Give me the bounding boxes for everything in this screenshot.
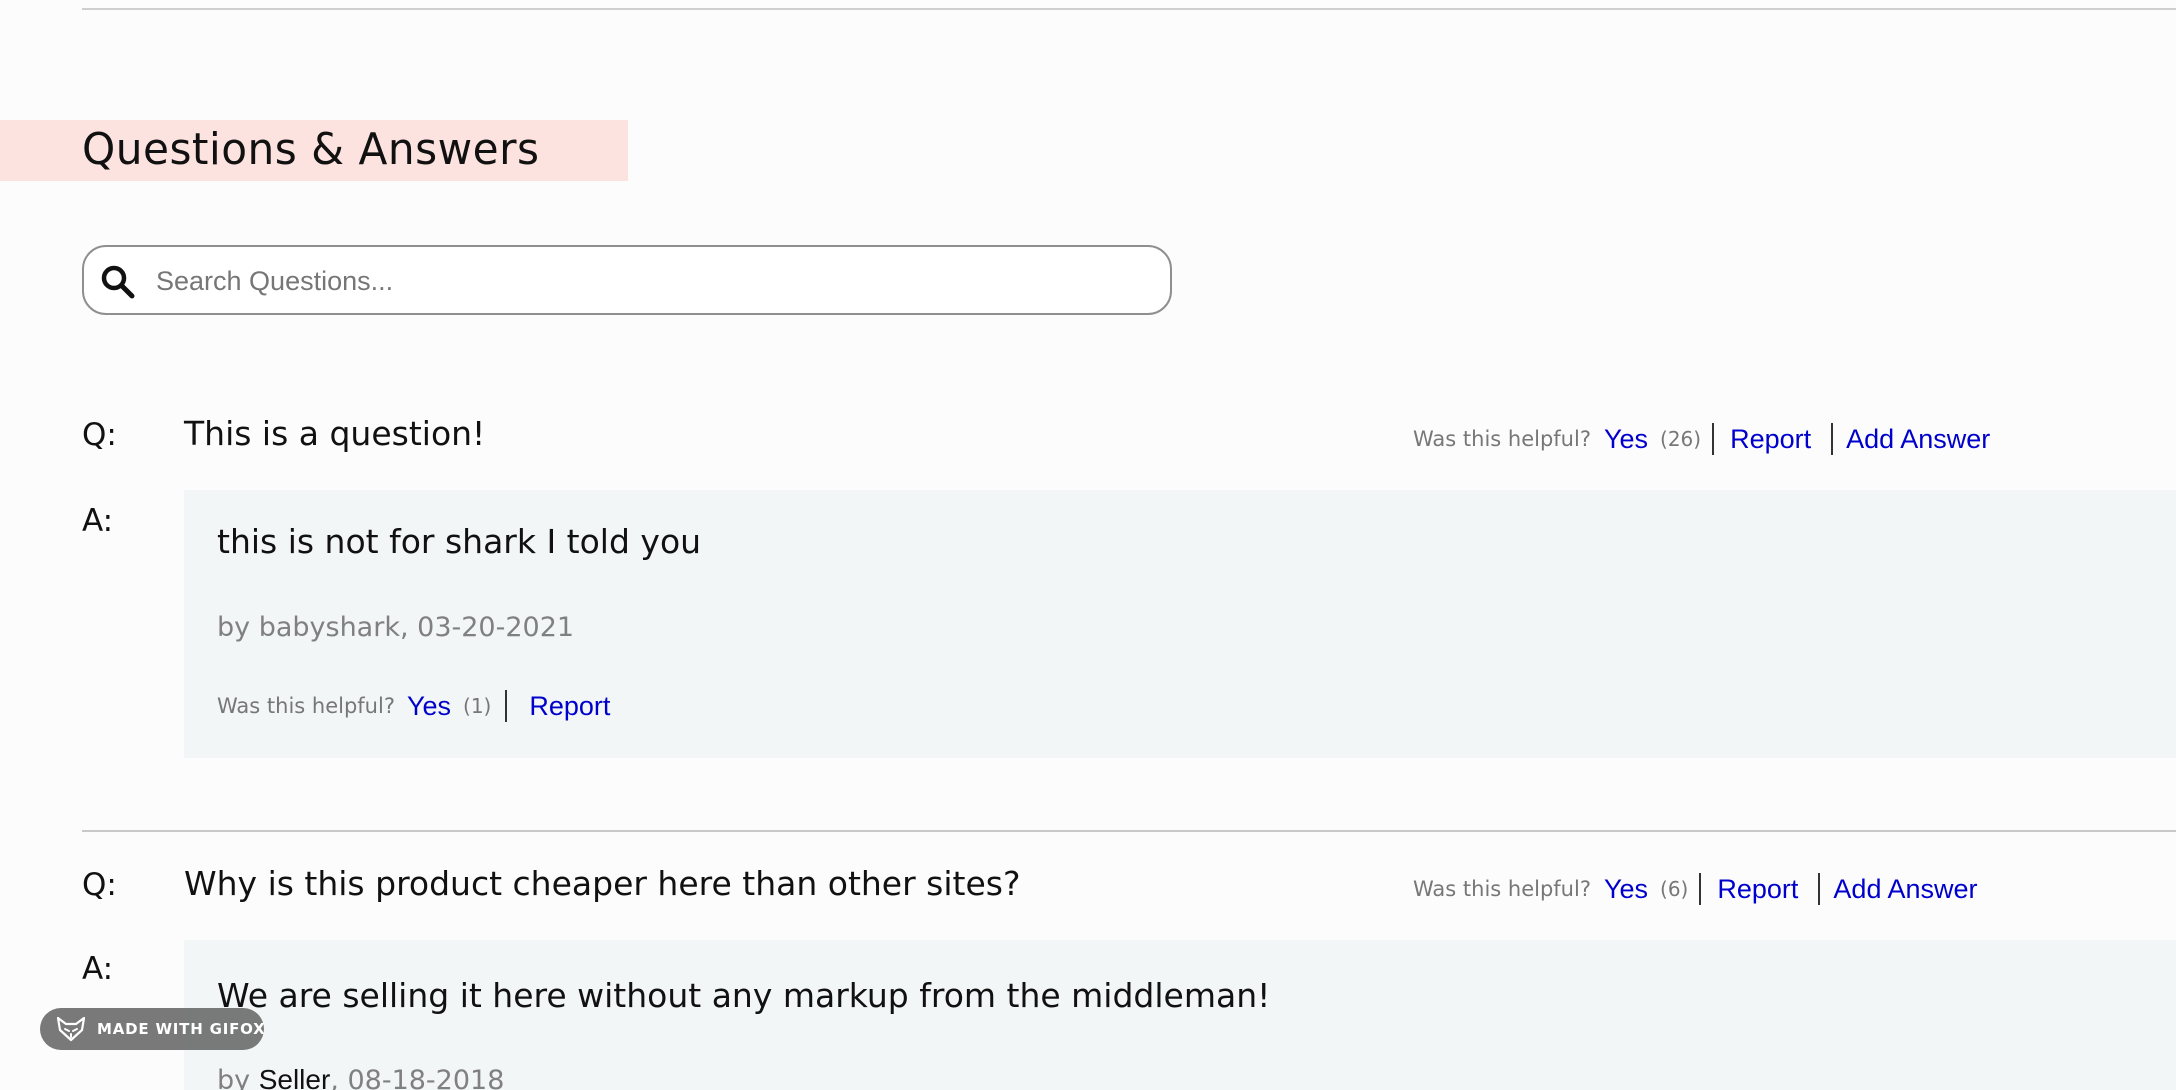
- question-text: This is a question!: [184, 414, 486, 453]
- helpful-label: Was this helpful?: [1413, 877, 1591, 901]
- question-actions: Was this helpful? Yes (26) Report Add An…: [1413, 419, 1990, 459]
- search-box[interactable]: [82, 245, 1172, 315]
- report-link[interactable]: Report: [1730, 424, 1811, 455]
- answer-author: Seller: [258, 1064, 331, 1090]
- search-input[interactable]: [154, 257, 1148, 305]
- helpful-label: Was this helpful?: [1413, 427, 1591, 451]
- add-answer-link[interactable]: Add Answer: [1846, 424, 1990, 455]
- search-icon: [101, 265, 135, 299]
- top-divider: [82, 8, 2176, 10]
- separator: [505, 690, 508, 722]
- question-marker: Q:: [82, 867, 117, 903]
- qa-page: Questions & Answers Q: This is a questio…: [0, 0, 2176, 1090]
- separator: [1699, 873, 1702, 905]
- separator: [1818, 873, 1821, 905]
- helpful-count: (1): [463, 694, 492, 718]
- helpful-count: (26): [1660, 427, 1702, 451]
- answer-author: babyshark: [258, 612, 400, 643]
- helpful-label: Was this helpful?: [217, 694, 395, 718]
- report-link[interactable]: Report: [529, 691, 610, 722]
- helpful-yes-link[interactable]: Yes: [1604, 874, 1648, 905]
- answer-meta: by Seller, 08-18-2018: [217, 1064, 504, 1090]
- question-text: Why is this product cheaper here than ot…: [184, 864, 1021, 903]
- answer-panel: this is not for shark I told you by baby…: [184, 490, 2176, 758]
- answer-actions: Was this helpful? Yes (1) Report: [217, 686, 610, 726]
- report-link[interactable]: Report: [1717, 874, 1798, 905]
- page-title: Questions & Answers: [82, 124, 540, 175]
- question-divider: [82, 830, 2176, 832]
- answer-by-prefix: by: [217, 1065, 259, 1090]
- answer-marker: A:: [82, 951, 114, 987]
- helpful-yes-link[interactable]: Yes: [1604, 424, 1648, 455]
- answer-text: We are selling it here without any marku…: [217, 976, 1271, 1015]
- answer-date: 03-20-2021: [417, 612, 575, 643]
- gifox-watermark: MADE WITH GIFOX: [40, 1008, 266, 1050]
- question-actions: Was this helpful? Yes (6) Report Add Ans…: [1413, 869, 1978, 909]
- fox-icon: [56, 1016, 86, 1042]
- question-marker: Q:: [82, 417, 117, 453]
- separator: [1831, 423, 1834, 455]
- helpful-yes-link[interactable]: Yes: [407, 691, 451, 722]
- answer-panel: We are selling it here without any marku…: [184, 940, 2176, 1090]
- helpful-count: (6): [1660, 877, 1689, 901]
- answer-meta: by babyshark, 03-20-2021: [217, 612, 574, 643]
- answer-by-prefix: by: [217, 612, 259, 643]
- gifox-label: MADE WITH GIFOX: [97, 1020, 266, 1038]
- answer-marker: A:: [82, 503, 114, 539]
- answer-date: 08-18-2018: [347, 1065, 505, 1090]
- separator: [1712, 423, 1715, 455]
- add-answer-link[interactable]: Add Answer: [1833, 874, 1977, 905]
- answer-date-separator: ,: [330, 1065, 348, 1090]
- answer-text: this is not for shark I told you: [217, 522, 702, 561]
- answer-date-separator: ,: [399, 612, 418, 643]
